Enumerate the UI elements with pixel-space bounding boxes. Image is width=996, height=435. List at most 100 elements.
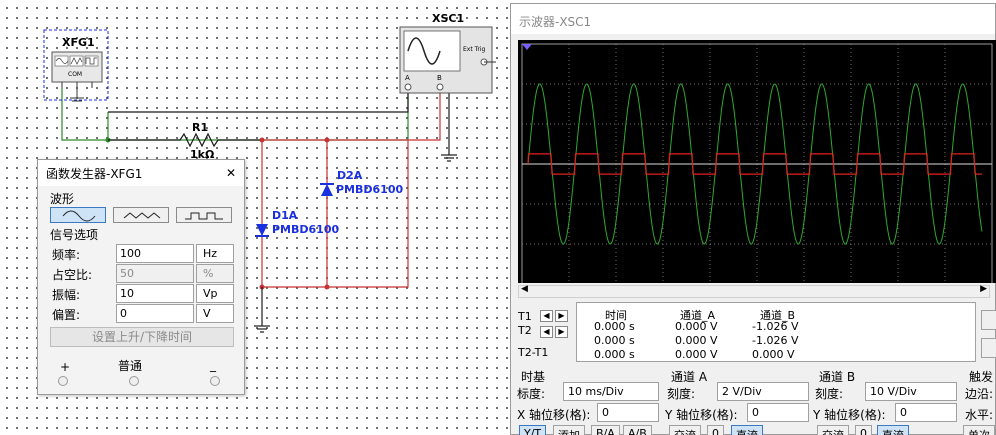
triangle-wave-icon: [123, 212, 161, 219]
channel-a-scale-label: 刻度:: [667, 387, 696, 401]
single-trigger-button[interactable]: 单次: [963, 425, 995, 435]
fg-titlebar[interactable]: 函数发生器-XFG1 ✕: [38, 160, 244, 186]
channel-b-ac-button[interactable]: 交流: [817, 425, 849, 435]
square-wave-button[interactable]: [176, 207, 232, 223]
offset-unit[interactable]: V: [196, 304, 234, 323]
row2-time: 0.000 s: [594, 334, 635, 347]
frequency-label: 频率:: [52, 248, 81, 262]
ab-mode-button[interactable]: A/B: [623, 425, 652, 435]
duty-cycle-input[interactable]: 50: [116, 264, 194, 283]
d2a-name: D2A: [337, 169, 363, 182]
plus-terminal-label: +: [60, 360, 71, 374]
t1-label: T1: [518, 310, 532, 323]
save-button[interactable]: [981, 338, 996, 358]
xfg-com-label: COM: [68, 71, 83, 78]
add-mode-button[interactable]: 添加: [553, 425, 585, 435]
row3-b: 0.000 V: [752, 348, 795, 361]
wire-r1: [108, 92, 409, 113]
channel-b-title: 通道 B: [819, 370, 856, 384]
cursor-readout: T1 T2 T2-T1 ◀ ▶ ◀ ▶ 时间 通道_A 通道_B 0.000 s…: [516, 302, 976, 362]
channel-a-ac-button[interactable]: 交流: [669, 425, 701, 435]
square-wave-icon: [185, 212, 223, 220]
frequency-unit[interactable]: Hz: [196, 244, 234, 263]
channel-a-title: 通道 A: [671, 370, 708, 384]
d1a-name: D1A: [272, 209, 298, 222]
trigger-title: 触发: [969, 370, 994, 384]
wire-red: [262, 92, 441, 141]
ba-mode-button[interactable]: B/A: [591, 425, 620, 435]
t1-right-button[interactable]: ▶: [555, 310, 568, 322]
channel-a-scale-input[interactable]: 2 V/Div: [717, 382, 809, 401]
duty-cycle-unit[interactable]: %: [196, 264, 234, 283]
minus-terminal-label: _: [210, 358, 216, 372]
channel-b-scale-label: 刻度:: [815, 387, 844, 401]
fg-title: 函数发生器-XFG1: [46, 166, 143, 181]
t2-left-button[interactable]: ◀: [540, 326, 553, 338]
channel-a-zero-button[interactable]: 0: [707, 425, 724, 435]
common-terminal-radio[interactable]: [129, 376, 139, 386]
t1-left-button[interactable]: ◀: [540, 310, 553, 322]
close-icon[interactable]: ✕: [226, 166, 236, 180]
rise-fall-time-button[interactable]: 设置上升/下降时间: [50, 327, 234, 347]
scope-title[interactable]: 示波器-XSC1: [511, 4, 995, 34]
trigger-edge-label: 边沿:: [965, 387, 994, 401]
d1a-part: PMBD6100: [272, 223, 340, 236]
duty-cycle-label: 占空比:: [52, 268, 93, 282]
common-terminal-label: 普通: [118, 359, 143, 373]
t2t1-label: T2-T1: [518, 346, 549, 359]
xsc-a-label: A: [405, 74, 410, 82]
row1-a: 0.000 V: [675, 320, 718, 333]
scope-display: [521, 43, 993, 285]
scope-screen[interactable]: [518, 40, 996, 285]
scope-scrollbar[interactable]: ◀ ▶: [518, 284, 990, 298]
waveform-section-label: 波形: [50, 192, 75, 206]
t2-label: T2: [518, 324, 532, 337]
trigger-level-label: 水平:: [965, 408, 994, 422]
channel-b-dc-button[interactable]: 直流: [877, 425, 909, 435]
channel-b-zero-button[interactable]: 0: [855, 425, 872, 435]
timebase-scale-label: 标度:: [517, 387, 546, 401]
x-position-input[interactable]: 0: [597, 403, 659, 422]
channel-a-dc-button[interactable]: 直流: [731, 425, 763, 435]
function-generator-window[interactable]: 函数发生器-XFG1 ✕ 波形 信号选项 频率: 100 Hz 占空比: 50 …: [37, 159, 245, 395]
timebase-scale-input[interactable]: 10 ms/Div: [563, 382, 659, 401]
readout-panel: 时间 通道_A 通道_B 0.000 s 0.000 V -1.026 V 0.…: [576, 302, 976, 362]
timebase-title: 时基: [521, 370, 546, 384]
sine-wave-icon: [62, 210, 96, 222]
scroll-left-icon[interactable]: ◀: [521, 284, 528, 294]
channel-a-ypos-input[interactable]: 0: [747, 403, 809, 422]
ground-symbol-1: [254, 325, 270, 333]
channel-b-ypos-input[interactable]: 0: [895, 403, 957, 422]
row3-a: 0.000 V: [675, 348, 718, 361]
triangle-wave-button[interactable]: [113, 207, 169, 223]
offset-label: 偏置:: [52, 308, 81, 322]
trigger-marker-icon: [522, 44, 532, 50]
xfg-label: XFG1: [62, 36, 95, 49]
row1-b: -1.026 V: [752, 320, 799, 333]
plus-terminal-radio[interactable]: [58, 376, 68, 386]
minus-terminal-radio[interactable]: [210, 376, 220, 386]
offset-input[interactable]: 0: [116, 304, 194, 323]
channel-b-scale-input[interactable]: 10 V/Div: [865, 382, 957, 401]
row1-time: 0.000 s: [594, 320, 635, 333]
yt-mode-button[interactable]: Y/T: [519, 425, 547, 435]
scroll-right-icon[interactable]: ▶: [980, 284, 987, 294]
reverse-button[interactable]: [981, 310, 996, 330]
signal-options-section-label: 信号选项: [50, 228, 99, 242]
row2-b: -1.026 V: [752, 334, 799, 347]
x-position-label: X 轴位移(格):: [517, 408, 591, 422]
t2-right-button[interactable]: ▶: [555, 326, 568, 338]
amplitude-input[interactable]: 10: [116, 284, 194, 303]
diode-d1a: [256, 224, 268, 236]
amplitude-unit[interactable]: Vp: [196, 284, 234, 303]
wire-green: [61, 88, 409, 141]
frequency-input[interactable]: 100: [116, 244, 194, 263]
ground-symbol-2: [441, 154, 457, 162]
channel-a-ypos-label: Y 轴位移(格):: [665, 408, 738, 422]
amplitude-label: 振幅:: [52, 288, 81, 302]
diode-d2a: [321, 184, 333, 196]
oscilloscope-window[interactable]: 示波器-XSC1 ◀ ▶ T1 T2 T2-T1 ◀ ▶ ◀ ▶ 时间 通道_A…: [510, 3, 996, 435]
sine-wave-button[interactable]: [50, 207, 106, 223]
row3-time: 0.000 s: [594, 348, 635, 361]
channel-b-ypos-label: Y 轴位移(格):: [813, 408, 886, 422]
